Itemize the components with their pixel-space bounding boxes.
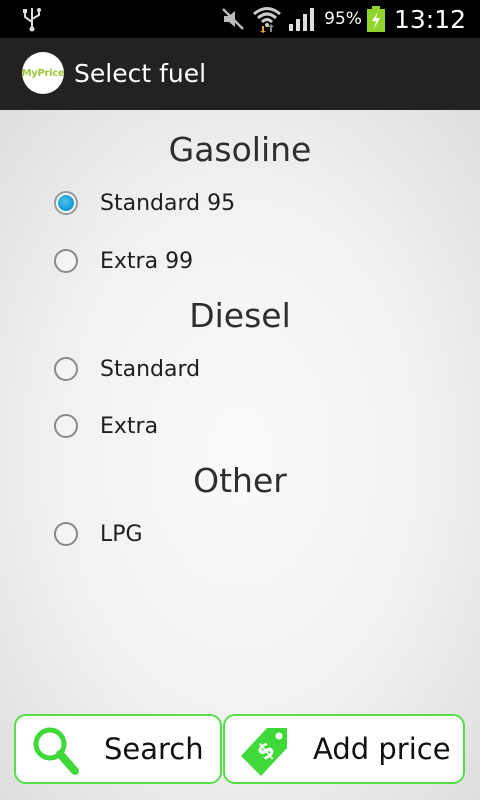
option-label: Standard 95 (100, 190, 236, 216)
add-price-button-label: Add price (313, 732, 451, 766)
option-label: Extra (100, 413, 159, 439)
radio-standard-95[interactable] (54, 191, 78, 215)
option-diesel-standard[interactable]: Standard (54, 349, 200, 389)
radio-selected-dot (58, 195, 74, 211)
option-extra-99[interactable]: Extra 99 (54, 241, 193, 281)
page-title: Select fuel (74, 59, 207, 88)
group-title-gasoline: Gasoline (168, 130, 312, 169)
search-icon (33, 727, 79, 775)
fuel-selection-panel: Gasoline Standard 95 Extra 99 Diesel Sta… (0, 110, 480, 800)
group-title-other: Other (193, 461, 287, 500)
mute-icon (222, 8, 245, 30)
add-price-button[interactable]: $ Add price (223, 714, 465, 784)
search-button-label: Search (104, 732, 204, 766)
option-label: LPG (100, 521, 143, 547)
option-label: Standard (100, 356, 201, 382)
usb-icon (23, 8, 41, 32)
action-bar: MyPrice Select fuel (0, 38, 480, 110)
option-lpg[interactable]: LPG (54, 514, 143, 554)
battery-charging-icon (366, 6, 385, 32)
option-diesel-extra[interactable]: Extra (54, 406, 158, 446)
search-button[interactable]: Search (14, 714, 222, 784)
option-standard-95[interactable]: Standard 95 (54, 183, 235, 223)
signal-icon (289, 8, 315, 31)
price-tag-icon: $ (241, 728, 287, 776)
option-label: Extra 99 (100, 248, 194, 274)
radio-diesel-extra[interactable] (54, 414, 78, 438)
status-bar: 95% 13:12 (0, 0, 480, 38)
group-title-diesel: Diesel (189, 296, 291, 335)
radio-diesel-standard[interactable] (54, 357, 78, 381)
battery-percent: 95% (324, 9, 362, 29)
radio-lpg[interactable] (54, 522, 78, 546)
app-logo-text: MyPrice (21, 67, 65, 79)
wifi-icon (253, 7, 282, 33)
clock: 13:12 (393, 4, 466, 34)
radio-extra-99[interactable] (54, 249, 78, 273)
app-logo[interactable]: MyPrice (21, 52, 65, 94)
